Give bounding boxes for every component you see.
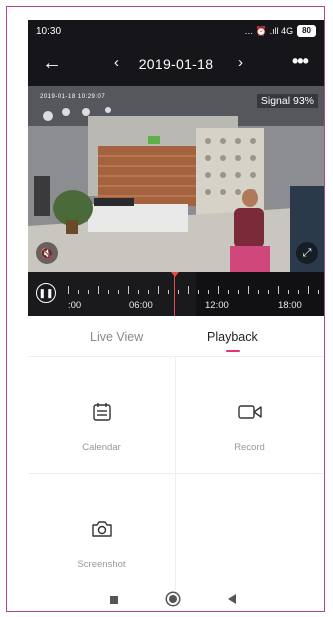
timeline-tick: [278, 286, 279, 294]
timeline-tick: [118, 290, 119, 294]
camera-feed-image: [28, 86, 324, 272]
view-tabs: Live View Playback: [28, 318, 324, 357]
calendar-button[interactable]: Calendar: [28, 357, 175, 473]
timeline-tick: [88, 290, 89, 294]
timeline-tick: [158, 286, 159, 294]
timeline-tick: [128, 286, 129, 294]
pause-icon[interactable]: ❚❚: [36, 283, 56, 303]
signal-value: 93%: [292, 95, 314, 107]
timeline-tick: [238, 290, 239, 294]
screenshot-button[interactable]: Screenshot: [28, 474, 175, 590]
timeline-tick: [188, 286, 189, 294]
signal-badge: Signal 93%: [256, 94, 318, 108]
timeline-label-1: 06:00: [129, 300, 153, 311]
signal-label: Signal: [260, 95, 291, 107]
camera-icon: [28, 518, 175, 545]
timeline-tick: [198, 290, 199, 294]
timeline-label-3: 18:00: [278, 300, 302, 311]
camera-osd-timestamp: 2019-01-18 10:29:07: [40, 94, 106, 100]
chevron-right-icon[interactable]: ›: [238, 54, 243, 71]
fullscreen-icon[interactable]: ⤢: [296, 242, 318, 264]
home-icon[interactable]: [167, 593, 179, 605]
status-indicators: … ⏰ .ıll 4G 80: [244, 25, 316, 37]
more-dots-icon[interactable]: •••: [292, 51, 309, 72]
nav-back-icon[interactable]: [228, 594, 236, 604]
timeline-tick: [168, 290, 169, 294]
timeline-tick: [108, 290, 109, 294]
calendar-label: Calendar: [82, 442, 121, 453]
screenshot-label: Screenshot: [77, 559, 126, 570]
tab-live-view[interactable]: Live View: [90, 330, 143, 344]
playback-timeline[interactable]: ❚❚ :00 06:00 12:00 18:00: [28, 272, 324, 316]
playhead-marker[interactable]: [171, 272, 179, 277]
phone-screen: 10:30 … ⏰ .ıll 4G 80 ← ‹ 2019-01-18 › ••…: [28, 20, 324, 610]
record-button[interactable]: Record: [176, 357, 323, 473]
grid-divider-horizontal: [28, 473, 324, 474]
playhead-line[interactable]: [174, 272, 175, 316]
video-player[interactable]: 2019-01-18 10:29:07 Signal 93% 🔇 ⤢: [28, 86, 324, 272]
calendar-icon: [28, 401, 175, 428]
record-label: Record: [234, 442, 265, 453]
action-grid: Calendar Record Screenshot: [28, 357, 324, 590]
timeline-tick: [148, 290, 149, 294]
timeline-tick: [248, 286, 249, 294]
timeline-tick: [268, 290, 269, 294]
status-time: 10:30: [36, 25, 62, 37]
timeline-tick: [298, 290, 299, 294]
android-nav-bar: [28, 592, 324, 610]
timeline-label-0: :00: [68, 300, 82, 311]
timeline-tick: [288, 290, 289, 294]
timeline-tick: [138, 290, 139, 294]
timeline-tick: [208, 290, 209, 294]
status-bar: 10:30 … ⏰ .ıll 4G 80: [28, 20, 324, 42]
status-icons: … ⏰ .ıll 4G: [244, 25, 294, 36]
timeline-tick: [78, 290, 79, 294]
timeline-ticks: [68, 280, 324, 294]
date-title: 2019-01-18: [138, 56, 214, 72]
timeline-tick: [228, 290, 229, 294]
timeline-label-2: 12:00: [205, 300, 229, 311]
timeline-tick: [308, 286, 309, 294]
video-camera-icon: [176, 401, 323, 428]
timeline-tick: [68, 286, 69, 294]
top-nav-bar: ← ‹ 2019-01-18 › •••: [28, 42, 324, 86]
recent-apps-icon[interactable]: [110, 596, 118, 604]
timeline-tick: [218, 286, 219, 294]
timeline-tick: [98, 286, 99, 294]
tab-playback[interactable]: Playback: [207, 330, 258, 344]
timeline-tick: [178, 290, 179, 294]
timeline-tick: [258, 290, 259, 294]
mute-speaker-icon[interactable]: 🔇: [36, 242, 58, 264]
active-tab-indicator: [226, 350, 240, 352]
timeline-tick: [318, 290, 319, 294]
battery-icon: 80: [297, 25, 316, 37]
